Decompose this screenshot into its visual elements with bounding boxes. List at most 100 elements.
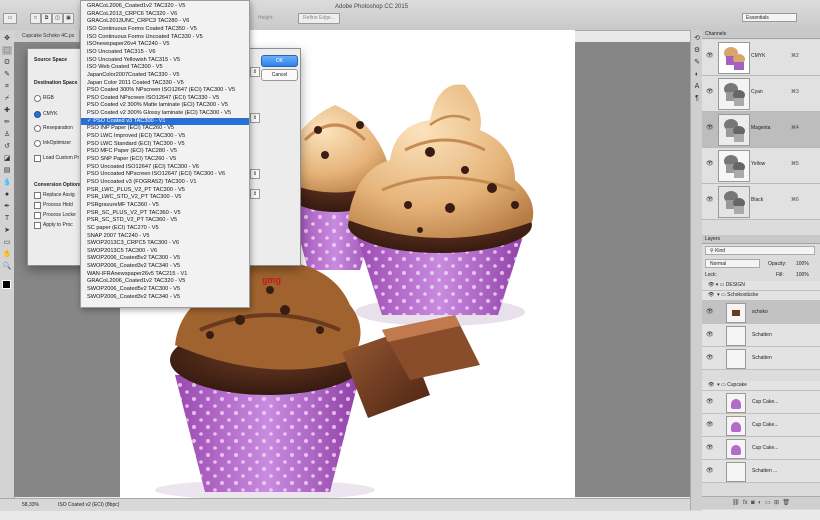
dropdown-item[interactable]: ISO Continuous Forms Uncoated TAC330 - V…	[81, 34, 249, 42]
dropdown-item[interactable]: SC paper (ECI) TAC270 - V5	[81, 225, 249, 233]
dropdown-item[interactable]: GRACoL2013_CRPC6 TAC320 - V6	[81, 11, 249, 19]
path-select-tool-icon[interactable]: ➤	[2, 226, 12, 235]
layer-row-schatten-1[interactable]: 👁 Schatten	[702, 324, 820, 347]
layer-row-cupcake-3[interactable]: 👁 Cup Cake...	[702, 437, 820, 460]
eye-icon[interactable]: 👁	[706, 125, 714, 131]
dropdown-item[interactable]: PSR_LWC_STD_V2_PT TAC300 - V5	[81, 194, 249, 202]
opacity-value[interactable]: 100%	[796, 261, 809, 267]
dropdown-item[interactable]: ISO Uncoated TAC315 - V6	[81, 49, 249, 57]
properties-icon[interactable]: ⚙	[692, 46, 702, 55]
layer-row-cupcake-2[interactable]: 👁 Cup Cake...	[702, 414, 820, 437]
document-profile[interactable]: ISO Coated v2 (ECI) (8bpc)	[58, 502, 119, 508]
dropdown-item[interactable]: SWOP2013C5 TAC300 - V6	[81, 248, 249, 256]
history-icon[interactable]: ⟲	[692, 34, 702, 43]
dropdown-item[interactable]: PSO LWC Standard (ECI) TAC300 - V5	[81, 141, 249, 149]
eyedropper-tool-icon[interactable]: ⌿	[2, 94, 12, 103]
dropdown-item[interactable]: JapanColor2007Coated TAC330 - V5	[81, 72, 249, 80]
layer-group-cupcake[interactable]: 👁 ▾ ▭ Cupcake	[702, 381, 820, 391]
cancel-button[interactable]: Cancel	[261, 69, 298, 81]
chevron-updown-icon[interactable]: ⇕	[250, 67, 260, 77]
chevron-updown-icon[interactable]: ⇕	[250, 189, 260, 199]
paragraph-icon[interactable]: ¶	[692, 94, 702, 103]
layers-panel-header[interactable]: Layers	[702, 235, 820, 244]
stamp-tool-icon[interactable]: ♙	[2, 130, 12, 139]
move-tool-icon[interactable]: ✥	[2, 34, 12, 43]
dropdown-item[interactable]: SNAP 2007 TAC240 - V5	[81, 233, 249, 241]
dropdown-item[interactable]: PSR_SC_PLUS_V2_PT TAC360 - V5	[81, 210, 249, 218]
mask-icon[interactable]: ◙	[751, 500, 755, 506]
channels-panel-header[interactable]: Channels	[702, 30, 820, 39]
intersect-selection-button[interactable]: ▣	[63, 13, 74, 24]
refine-edge-button[interactable]: Refine Edge...	[298, 13, 340, 24]
rgb-radio[interactable]	[34, 95, 41, 102]
load-custom-checkbox[interactable]	[34, 155, 41, 162]
eye-icon[interactable]: 👁	[706, 53, 714, 59]
eye-icon[interactable]: 👁	[706, 309, 714, 315]
dropdown-item[interactable]: WAN-IFRAnewspaper26v5 TAC215 - V1	[81, 271, 249, 279]
apply-to-checkbox[interactable]	[34, 222, 41, 229]
hand-tool-icon[interactable]: ✋	[2, 250, 12, 259]
dropdown-item[interactable]: GRACoL2006_Coated1v2 TAC320 - V5	[81, 3, 249, 11]
crop-tool-icon[interactable]: ⌗	[2, 82, 12, 91]
inkoptimizer-radio[interactable]	[34, 140, 41, 147]
eye-icon[interactable]: 👁	[706, 197, 714, 203]
add-selection-button[interactable]: ⧉	[41, 13, 52, 24]
dropdown-item[interactable]: SWOP2006_Coated3v2 TAC340 - V5	[81, 294, 249, 302]
adjustment-layer-icon[interactable]: ◐	[758, 500, 762, 506]
brush-panel-icon[interactable]: ✎	[692, 58, 702, 67]
chevron-updown-icon[interactable]: ⇕	[250, 113, 260, 123]
brush-tool-icon[interactable]: ✏	[2, 118, 12, 127]
chevron-updown-icon[interactable]: ⇕	[250, 169, 260, 179]
zoom-tool-icon[interactable]: 🔍	[2, 262, 12, 271]
dropdown-item[interactable]: GRACoL2006_Coated1v2 TAC320 - V5	[81, 278, 249, 286]
channel-row-cyan[interactable]: 👁 Cyan ⌘3	[702, 76, 820, 112]
fill-value[interactable]: 100%	[796, 272, 809, 278]
process-hidden-checkbox[interactable]	[34, 202, 41, 209]
new-selection-button[interactable]: □	[30, 13, 41, 24]
eye-icon[interactable]: 👁	[706, 332, 714, 338]
dropdown-item[interactable]: PSO Coated v2 300% Glossy laminate (ECI)…	[81, 110, 249, 118]
eye-icon[interactable]: 👁	[706, 445, 714, 451]
dropdown-item[interactable]: Japan Color 2011 Coated TAC330 - V5	[81, 80, 249, 88]
shape-tool-icon[interactable]: ▭	[2, 238, 12, 247]
document-tab[interactable]: Cupcake Schoko 4C.ps	[14, 30, 80, 42]
layer-row-schatten-3[interactable]: 👁 Schatten ...	[702, 460, 820, 483]
dropdown-item[interactable]: PSO MFC Paper (ECI) TAC280 - V5	[81, 148, 249, 156]
new-group-icon[interactable]: ▭	[765, 500, 771, 506]
dropdown-item[interactable]: SWOP2013C3_CRPC5 TAC300 - V6	[81, 240, 249, 248]
dropdown-item[interactable]: ✓ PSO Coated v3 TAC300 - V1	[81, 117, 249, 126]
dropdown-item[interactable]: PSO Uncoated ISO12647 (ECI) TAC300 - V6	[81, 164, 249, 172]
dropdown-item[interactable]: ISO Continuous Forms Coated TAC350 - V5	[81, 26, 249, 34]
process-locked-checkbox[interactable]	[34, 212, 41, 219]
dropdown-item[interactable]: PSO Coated NPscreen ISO12647 (ECI) TAC33…	[81, 95, 249, 103]
dropdown-item[interactable]: PSO Uncoated v3 (FOGRA52) TAC300 - V1	[81, 179, 249, 187]
dropdown-item[interactable]: PSO INP Paper (ECI) TAC260 - V5	[81, 125, 249, 133]
eye-icon[interactable]: 👁	[706, 89, 714, 95]
fx-icon[interactable]: fx	[743, 500, 748, 506]
workspace-select[interactable]: Essentials	[742, 13, 797, 22]
eye-icon[interactable]: 👁	[706, 399, 714, 405]
channel-row-black[interactable]: 👁 Black ⌘6	[702, 184, 820, 220]
dropdown-item[interactable]: PSR_LWC_PLUS_V2_PT TAC300 - V5	[81, 187, 249, 195]
lasso-tool-icon[interactable]: ʘ	[2, 58, 12, 67]
channel-row-magenta[interactable]: 👁 Magenta ⌘4	[702, 112, 820, 148]
type-tool-icon[interactable]: T	[2, 214, 12, 223]
history-brush-tool-icon[interactable]: ↺	[2, 142, 12, 151]
gradient-tool-icon[interactable]: ▤	[2, 166, 12, 175]
zoom-level[interactable]: 58,33%	[22, 502, 39, 508]
tool-preset-button[interactable]: ▭	[3, 13, 17, 24]
subtract-selection-button[interactable]: ◫	[52, 13, 63, 24]
layer-row-schoko[interactable]: 👁 schoko	[702, 301, 820, 324]
channel-row-yellow[interactable]: 👁 Yellow ⌘5	[702, 148, 820, 184]
channel-row-cmyk[interactable]: 👁 CMYK ⌘2	[702, 40, 820, 76]
dropdown-item[interactable]: PSO Coated v2 300% Matte laminate (ECI) …	[81, 102, 249, 110]
dodge-tool-icon[interactable]: ●	[2, 190, 12, 199]
adjustments-icon[interactable]: ◐	[692, 70, 702, 79]
eye-icon[interactable]: 👁	[706, 355, 714, 361]
dropdown-item[interactable]: PSO Coated 300% NPscreen ISO12647 (ECI) …	[81, 87, 249, 95]
dropdown-item[interactable]: GRACoL2013UNC_CRPC3 TAC280 - V6	[81, 18, 249, 26]
dropdown-item[interactable]: ISO Web Coated TAC300 - V5	[81, 64, 249, 72]
dropdown-item[interactable]: SWOP2006_Coated3v2 TAC340 - V5	[81, 263, 249, 271]
dropdown-item[interactable]: PSO Uncoated NPscreen ISO12647 (ECI) TAC…	[81, 171, 249, 179]
dropdown-item[interactable]: PSO SNP Paper (ECI) TAC260 - V5	[81, 156, 249, 164]
